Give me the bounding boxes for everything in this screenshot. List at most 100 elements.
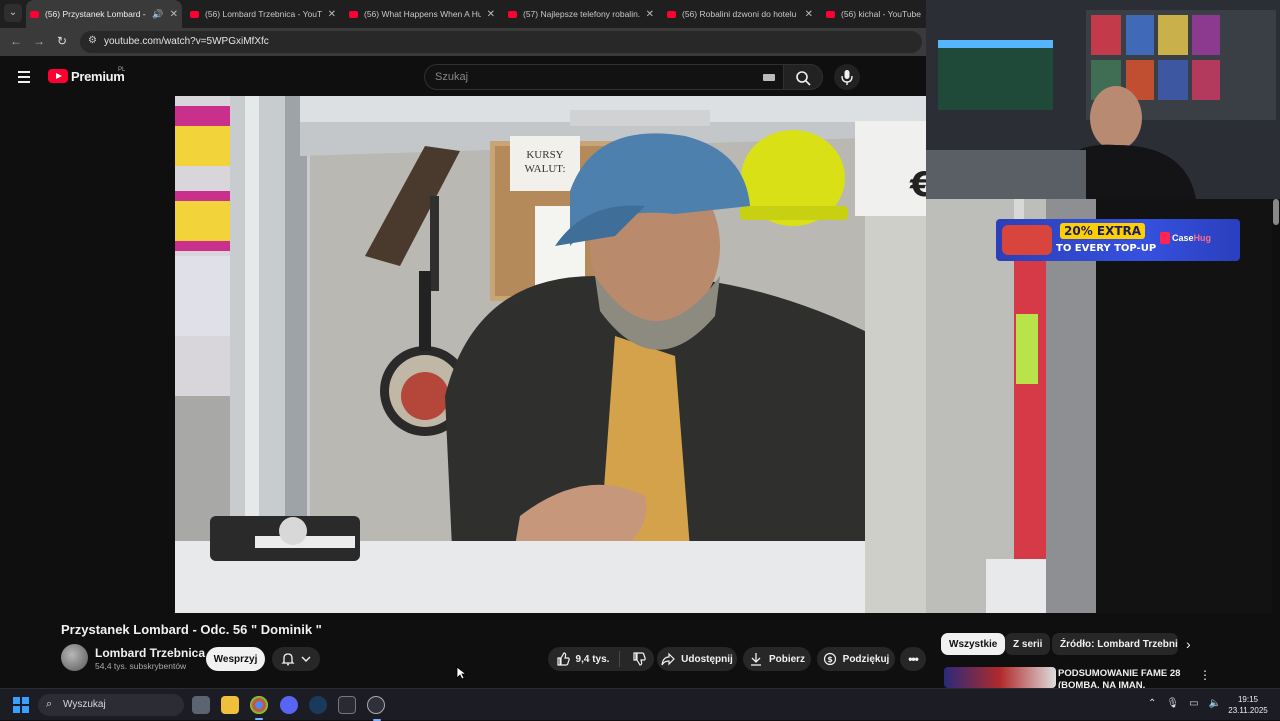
ad-subline: TO EVERY TOP-UP (1056, 243, 1157, 254)
volume-icon[interactable]: 🔈 (1209, 698, 1221, 709)
tab-title: (56) Przystanek Lombard - Odc. 56 " Domi… (45, 9, 148, 19)
microphone-icon (841, 70, 853, 85)
taskbar: ⌕ Wyszukaj ⌃ 🎙 ▭ 🔈 19:15 23.11.2025 (0, 688, 1280, 721)
chip-source[interactable]: Źródło: Lombard Trzebnica (1052, 633, 1178, 655)
video-player[interactable]: KURSY WALUT: € (175, 96, 926, 613)
thanks-button[interactable]: $ Podziękuj (817, 647, 895, 671)
thanks-label: Podziękuj (842, 653, 890, 665)
scrollbar-thumb[interactable] (1273, 199, 1279, 225)
tab-3[interactable]: (56) What Happens When A Hu... ✕ (345, 0, 499, 28)
tab-5[interactable]: (56) Robalini dzwoni do hotelu ✕ (663, 0, 817, 28)
search-input[interactable]: Szukaj (424, 64, 786, 90)
sign-walut: WALUT: (525, 163, 566, 175)
notifications-button[interactable] (272, 647, 320, 671)
system-tray: ⌃ 🎙 ▭ 🔈 (1148, 698, 1221, 709)
app-icon[interactable] (338, 696, 356, 714)
network-icon[interactable]: ▭ (1189, 698, 1198, 709)
close-tab-icon[interactable]: ✕ (487, 9, 495, 20)
channel-avatar[interactable] (61, 644, 88, 671)
menu-icon[interactable] (18, 71, 30, 86)
youtube-favicon-icon (667, 10, 676, 18)
search-placeholder: Szukaj (435, 71, 469, 83)
bell-icon (281, 653, 295, 666)
search-icon: ⌕ (46, 698, 53, 710)
channel-name[interactable]: Lombard Trzebnica (95, 646, 205, 660)
like-dislike-group: 9,4 tys. (548, 647, 654, 671)
svg-text:$: $ (827, 655, 833, 664)
voice-search-button[interactable] (834, 64, 860, 90)
share-label: Udostępnij (681, 653, 733, 665)
recommendation-title[interactable]: PODSUMOWANIE FAME 28 (BOMBA, NA IMAN, MA… (1058, 668, 1188, 688)
youtube-favicon-icon (826, 10, 835, 18)
windows-start-icon[interactable] (13, 697, 29, 713)
share-button[interactable]: Udostępnij (657, 647, 737, 671)
obs-icon[interactable] (367, 696, 385, 721)
youtube-favicon-icon (190, 10, 199, 18)
youtube-favicon-icon (349, 10, 358, 18)
support-button[interactable]: Wesprzyj (206, 647, 265, 671)
like-icon[interactable] (556, 652, 570, 666)
tab-6[interactable]: (56) kichal - YouTube (822, 0, 926, 28)
like-divider (619, 651, 621, 667)
forward-icon[interactable]: → (33, 34, 45, 48)
tab-title: (56) Lombard Trzebnica - YouTube (205, 9, 322, 19)
dislike-icon[interactable] (632, 652, 647, 666)
search-button[interactable] (783, 64, 823, 90)
youtube-brand[interactable]: Premium (71, 69, 125, 84)
close-tab-icon[interactable]: ✕ (170, 9, 178, 20)
chip-from-series[interactable]: Z serii (1005, 633, 1051, 655)
task-view-icon[interactable] (192, 696, 210, 714)
close-tab-icon[interactable]: ✕ (646, 9, 654, 20)
taskbar-search-input[interactable]: ⌕ Wyszukaj (38, 694, 184, 716)
tab-title: (56) Robalini dzwoni do hotelu (682, 9, 797, 19)
chrome-icon[interactable] (250, 696, 268, 720)
discord-icon[interactable] (280, 696, 298, 714)
chevron-up-icon[interactable]: ⌃ (1148, 698, 1156, 709)
youtube-favicon-icon (30, 10, 39, 18)
tab-title: (57) Najlepsze telefony robalin... (523, 9, 640, 19)
kebab-menu-icon[interactable]: ⋮ (1199, 668, 1211, 682)
file-explorer-icon[interactable] (221, 696, 239, 714)
url-field[interactable]: ⚙ youtube.com/watch?v=5WPGxiMfXfc (80, 31, 922, 53)
video-frame: KURSY WALUT: € (175, 96, 926, 613)
tab-search-dropdown-icon[interactable]: ⌄ (4, 4, 22, 22)
chevron-right-icon[interactable]: › (1186, 636, 1191, 652)
site-info-icon[interactable]: ⚙ (88, 35, 97, 46)
region-code: PL (118, 67, 126, 73)
url-text: youtube.com/watch?v=5WPGxiMfXfc (104, 36, 269, 47)
speaker-icon[interactable]: 🔊 (152, 9, 163, 20)
steam-icon[interactable] (309, 696, 327, 714)
recommendation-thumbnail[interactable] (944, 667, 1056, 688)
video-overflow-frame (926, 199, 1096, 613)
address-bar: ← → ↻ ⚙ youtube.com/watch?v=5WPGxiMfXfc (0, 28, 926, 56)
keyboard-icon[interactable] (763, 74, 775, 81)
back-icon[interactable]: ← (10, 34, 22, 48)
ad-banner[interactable]: 20% EXTRA TO EVERY TOP-UP CaseHug (996, 219, 1240, 261)
clock-time: 19:15 (1237, 695, 1259, 704)
video-overflow-scene (926, 199, 1096, 613)
close-tab-icon[interactable]: ✕ (805, 9, 813, 20)
youtube-favicon-icon (508, 10, 517, 18)
tab-4[interactable]: (57) Najlepsze telefony robalin... ✕ (504, 0, 658, 28)
share-icon (661, 652, 676, 666)
tab-title: (56) kichal - YouTube (841, 9, 922, 19)
download-icon (750, 653, 761, 666)
page-scrollbar[interactable] (1272, 199, 1280, 613)
tab-2[interactable]: (56) Lombard Trzebnica - YouTube ✕ (186, 0, 340, 28)
youtube-logo-icon[interactable] (48, 69, 68, 83)
more-actions-button[interactable]: ••• (900, 647, 926, 671)
like-count[interactable]: 9,4 tys. (576, 654, 610, 665)
browser-tab-bar: ⌄ (56) Przystanek Lombard - Odc. 56 " Do… (0, 0, 926, 28)
microphone-icon[interactable]: 🎙 (1166, 698, 1179, 709)
chip-all[interactable]: Wszystkie (941, 633, 1006, 655)
download-button[interactable]: Pobierz (743, 647, 811, 671)
subscriber-count: 54,4 tys. subskrybentów (95, 661, 187, 671)
svg-text:€: € (909, 165, 926, 205)
clock[interactable]: 19:15 23.11.2025 (1222, 694, 1274, 716)
close-tab-icon[interactable]: ✕ (328, 9, 336, 20)
reload-icon[interactable]: ↻ (57, 34, 67, 48)
tab-title: (56) What Happens When A Hu... (364, 9, 481, 19)
tab-active[interactable]: (56) Przystanek Lombard - Odc. 56 " Domi… (26, 0, 182, 28)
sign-kursy: KURSY (526, 149, 563, 161)
webcam-frame (926, 0, 1280, 199)
